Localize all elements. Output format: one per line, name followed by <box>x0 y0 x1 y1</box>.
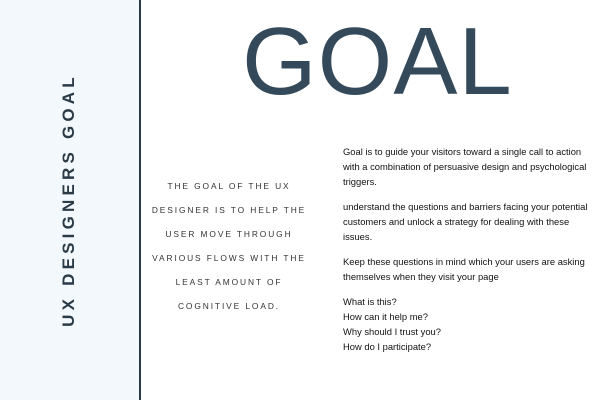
question-item: How can it help me? <box>343 311 428 322</box>
question-item: What is this? <box>343 296 397 307</box>
body-text: Goal is to guide your visitors toward a … <box>343 144 593 354</box>
paragraph-3: Keep these questions in mind which your … <box>343 256 585 282</box>
question-list: What is this? How can it help me? Why sh… <box>343 294 593 354</box>
subtitle-statement: THE GOAL OF THE UX DESIGNER IS TO HELP T… <box>151 181 307 311</box>
vertical-title: UX DESIGNERS GOAL <box>59 73 78 327</box>
page-title: GOAL <box>242 8 513 115</box>
question-item: Why should I trust you? <box>343 326 441 337</box>
paragraph-2: understand the questions and barriers fa… <box>343 201 588 242</box>
divider-line <box>139 0 141 400</box>
paragraph-1: Goal is to guide your visitors toward a … <box>343 146 587 187</box>
question-item: How do I participate? <box>343 341 432 352</box>
side-panel: UX DESIGNERS GOAL <box>0 0 139 400</box>
slide: UX DESIGNERS GOAL GOAL THE GOAL OF THE U… <box>0 0 600 400</box>
